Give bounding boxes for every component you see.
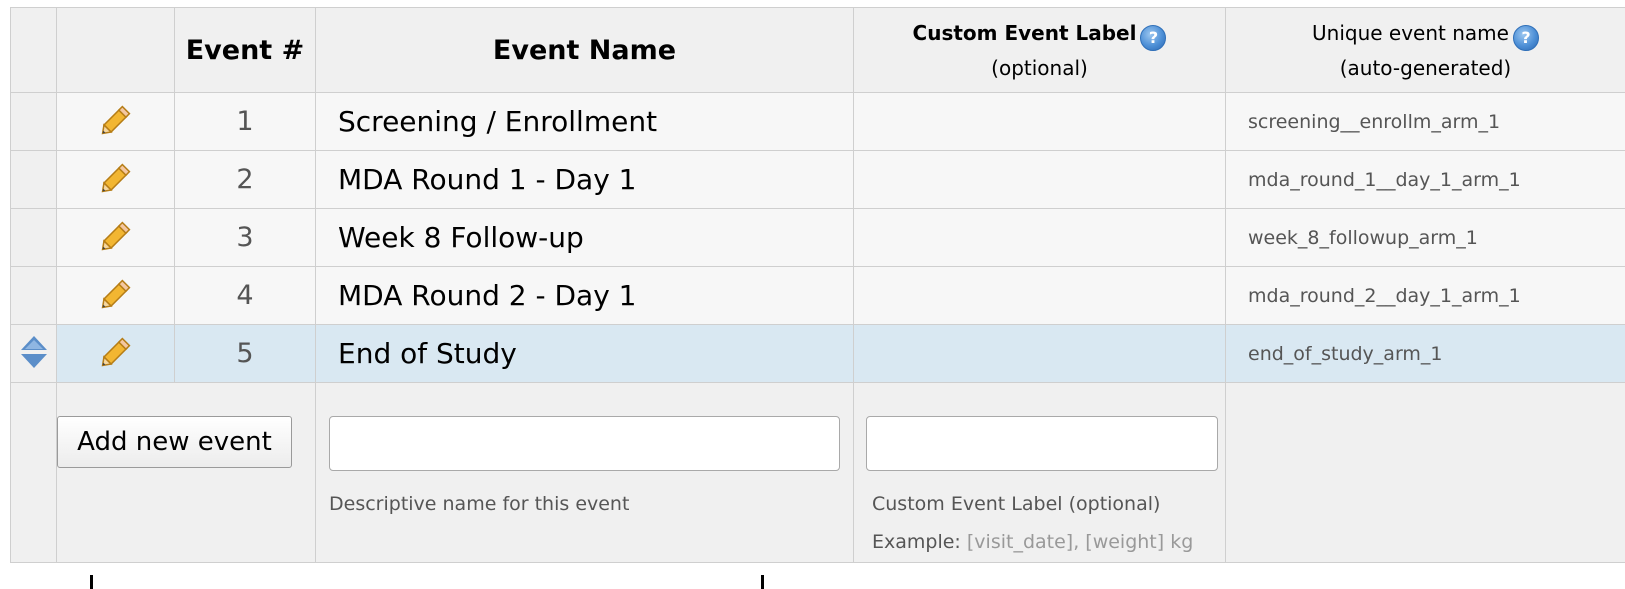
unique-event-name: end_of_study_arm_1 [1225,324,1625,383]
header-custom-label: Custom Event Label? (optional) [853,7,1226,93]
row-handle-cell [10,208,57,267]
sort-arrows-icon[interactable] [20,334,48,374]
text-cursor-mark-left [90,575,93,589]
table-row: 2 MDA Round 1 - Day 1 mda_round_1__day_1… [10,150,1625,209]
unique-event-name: screening__enrollm_arm_1 [1225,92,1625,151]
header-row: Event # Event Name Custom Event Label? (… [10,7,1625,93]
table-row: 1 Screening / Enrollment screening__enro… [10,92,1625,151]
events-table: Event # Event Name Custom Event Label? (… [10,7,1625,563]
edit-cell [56,208,175,267]
row-handle-cell [10,324,57,383]
event-number: 2 [174,150,316,209]
custom-label-example: Example: [visit_date], [weight] kg [866,523,1213,561]
header-cell-handle [10,7,57,93]
example-prefix: Example: [872,531,961,553]
row-handle-cell [10,92,57,151]
unique-event-name: mda_round_1__day_1_arm_1 [1225,150,1625,209]
event-name: Week 8 Follow-up [315,208,854,267]
custom-label-cell [853,324,1226,383]
edit-cell [56,266,175,325]
row-handle-cell [10,150,57,209]
unique-event-name: week_8_followup_arm_1 [1225,208,1625,267]
pencil-icon[interactable] [96,332,136,376]
pencil-icon[interactable] [96,274,136,318]
text-cursor-mark-right [761,575,764,589]
header-custom-label-title: Custom Event Label [912,20,1137,45]
event-number: 4 [174,266,316,325]
event-name-input[interactable] [329,416,840,471]
pencil-icon[interactable] [96,158,136,202]
event-name-hint: Descriptive name for this event [329,493,630,515]
custom-label-cell [853,92,1226,151]
custom-label-cell [853,150,1226,209]
help-icon[interactable]: ? [1140,24,1167,51]
add-empty-cell [1225,382,1625,563]
custom-label-cell [853,208,1226,267]
example-values: [visit_date], [weight] kg [966,531,1194,553]
table-row: 5 End of Study end_of_study_arm_1 [10,324,1625,383]
edit-cell [56,92,175,151]
header-event-number: Event # [174,7,316,93]
edit-cell [56,324,175,383]
custom-label-hint: Custom Event Label (optional) [872,493,1161,515]
pencil-icon[interactable] [96,216,136,260]
add-event-row: Add new event Descriptive name for this … [10,382,1625,563]
event-number: 5 [174,324,316,383]
event-name: Screening / Enrollment [315,92,854,151]
header-unique-name-sub: (auto-generated) [1339,55,1512,80]
add-new-event-button[interactable]: Add new event [57,416,292,468]
event-name: MDA Round 1 - Day 1 [315,150,854,209]
add-label-cell: Custom Event Label (optional) Example: [… [853,382,1226,563]
row-handle-cell [10,266,57,325]
header-unique-name-title: Unique event name [1312,20,1509,45]
unique-event-name: mda_round_2__day_1_arm_1 [1225,266,1625,325]
header-event-name: Event Name [315,7,854,93]
add-name-cell: Descriptive name for this event [315,382,854,563]
edit-cell [56,150,175,209]
event-number: 1 [174,92,316,151]
event-name: MDA Round 2 - Day 1 [315,266,854,325]
table-row: 4 MDA Round 2 - Day 1 mda_round_2__day_1… [10,266,1625,325]
pencil-icon[interactable] [96,100,136,144]
header-cell-edit [56,7,175,93]
event-name: End of Study [315,324,854,383]
custom-label-input[interactable] [866,416,1218,471]
add-row-handle-cell [10,382,57,563]
custom-label-cell [853,266,1226,325]
header-unique-name: Unique event name? (auto-generated) [1225,7,1625,93]
add-button-cell: Add new event [56,382,316,563]
event-number: 3 [174,208,316,267]
header-custom-label-sub: (optional) [991,55,1088,80]
table-row: 3 Week 8 Follow-up week_8_followup_arm_1 [10,208,1625,267]
help-icon[interactable]: ? [1512,24,1539,51]
